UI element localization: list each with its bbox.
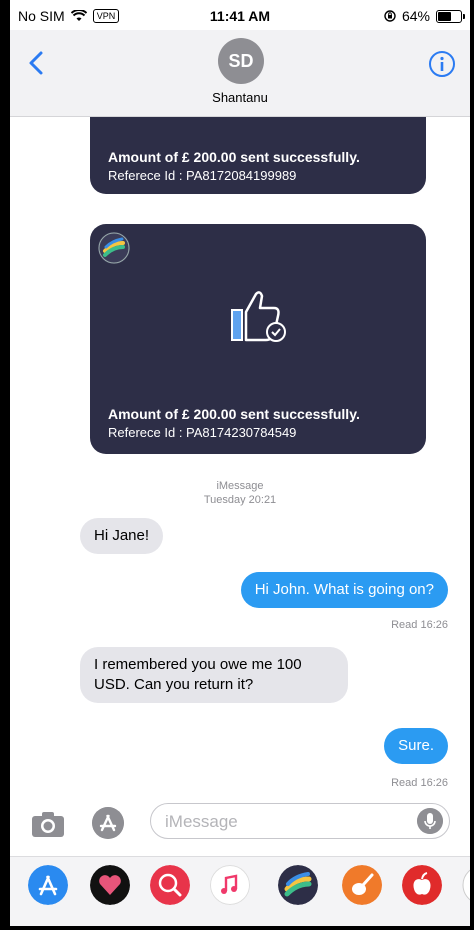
heart-app-icon[interactable] — [90, 865, 130, 905]
payment-amount: Amount of £ 200.00 sent successfully. — [108, 149, 360, 165]
web-search-icon[interactable] — [150, 865, 190, 905]
separator-timestamp: Tuesday 20:21 — [203, 494, 277, 506]
app-store-button-icon[interactable] — [92, 807, 124, 839]
message-separator: iMessage Tuesday 20:21 — [10, 479, 470, 507]
status-right: 64% — [384, 8, 465, 24]
camera-icon[interactable] — [30, 809, 66, 839]
battery-percent: 64% — [401, 8, 430, 24]
message-list[interactable]: Amount of £ 200.00 sent successfully. Re… — [10, 117, 470, 797]
payment-amount: Amount of £ 200.00 sent successfully. — [108, 406, 360, 422]
back-chevron-icon[interactable] — [24, 50, 50, 76]
apple-icon[interactable] — [402, 865, 442, 905]
avatar-initials: SD — [228, 50, 254, 71]
payment-reference: Referece Id : PA8172084199989 — [108, 168, 297, 183]
conversation-header: SD Shantanu — [10, 30, 470, 117]
message-input[interactable]: iMessage — [150, 803, 450, 839]
info-icon[interactable] — [428, 50, 456, 78]
app-drawer — [10, 856, 470, 926]
music-icon[interactable] — [210, 865, 250, 905]
app-store-icon[interactable] — [28, 865, 68, 905]
payment-card[interactable]: Amount of £ 200.00 sent successfully. Re… — [90, 117, 426, 194]
contact-name[interactable]: Shantanu — [10, 90, 470, 105]
more-apps-icon[interactable] — [462, 865, 470, 905]
outgoing-message[interactable]: Hi John. What is going on? — [240, 572, 448, 608]
phone-screen: No SIM VPN 11:41 AM 64% SD Shantanu Amou… — [10, 0, 470, 926]
battery-fill — [438, 11, 451, 21]
payment-card[interactable]: Amount of £ 200.00 sent successfully. Re… — [90, 224, 426, 454]
payment-app-icon[interactable] — [278, 865, 318, 905]
message-input-placeholder: iMessage — [165, 812, 238, 831]
microphone-icon[interactable] — [417, 808, 443, 834]
battery-icon — [436, 9, 465, 23]
read-receipt: Read 16:26 — [391, 777, 448, 789]
orientation-lock-icon — [384, 10, 396, 22]
thumbs-up-icon — [231, 291, 286, 342]
contact-avatar[interactable]: SD — [218, 38, 264, 84]
garageband-icon[interactable] — [342, 865, 382, 905]
service-label: iMessage — [216, 480, 264, 492]
payment-reference: Referece Id : PA8174230784549 — [108, 425, 297, 440]
status-bar: No SIM VPN 11:41 AM 64% — [10, 0, 470, 30]
outgoing-message[interactable]: Sure. — [384, 728, 448, 764]
payment-app-logo-icon — [98, 232, 130, 264]
composer-bar: iMessage — [10, 797, 470, 855]
incoming-message[interactable]: I remembered you owe me 100 USD. Can you… — [80, 647, 348, 703]
incoming-message[interactable]: Hi Jane! — [80, 518, 164, 554]
read-receipt: Read 16:26 — [391, 619, 448, 631]
